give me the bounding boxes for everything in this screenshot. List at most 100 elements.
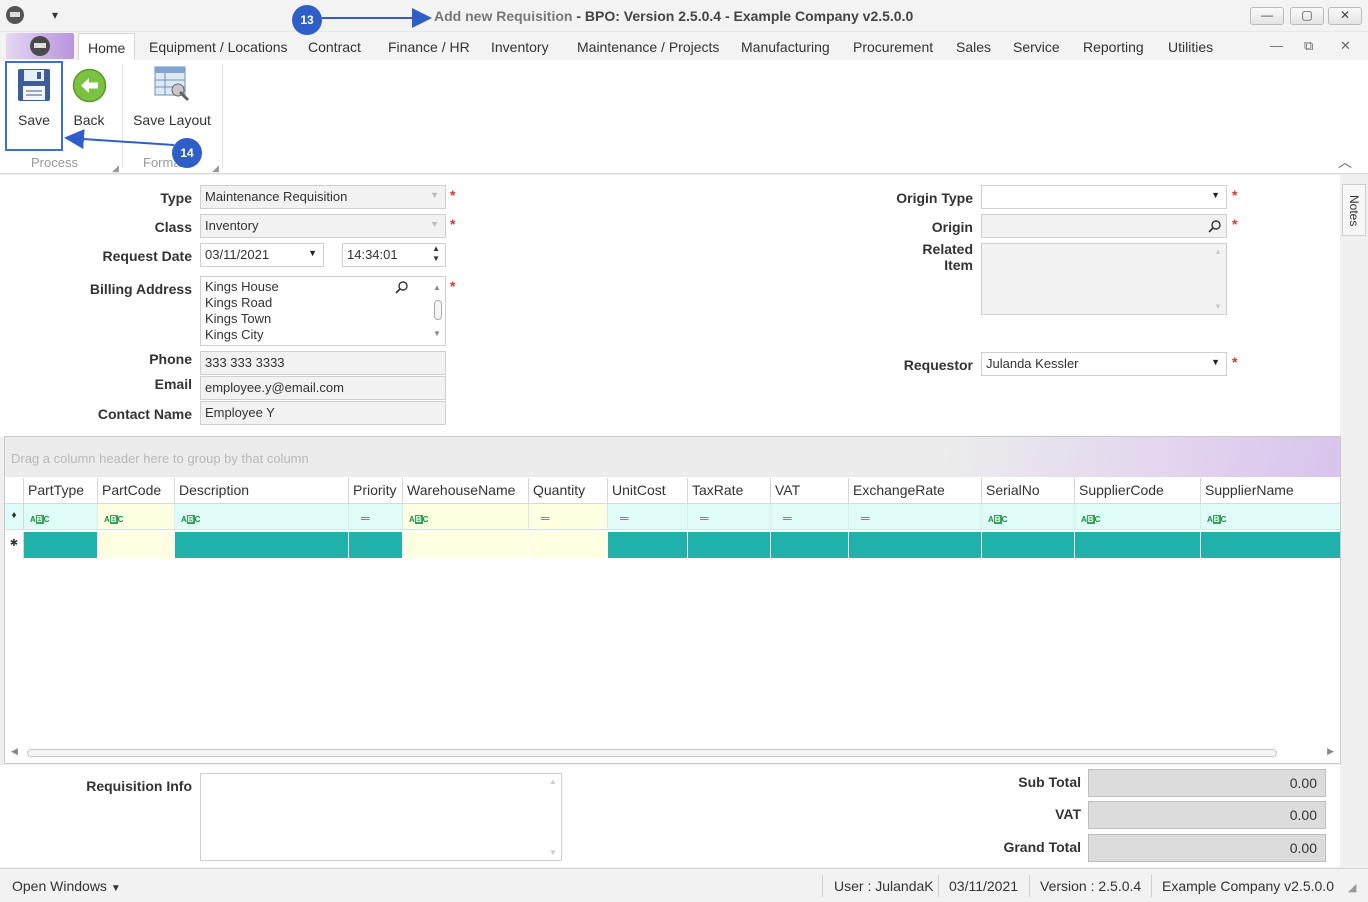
scroll-up-icon[interactable]: ▲	[433, 280, 441, 296]
tab-manufacturing[interactable]: Manufacturing	[741, 39, 830, 55]
scroll-down-icon[interactable]: ▼	[433, 326, 441, 342]
requisition-info-textarea[interactable]: ▲ ▼	[200, 773, 562, 861]
application-menu-button[interactable]	[6, 33, 74, 59]
new-row-cell[interactable]	[608, 532, 688, 558]
column-header-parttype[interactable]: PartType	[24, 478, 98, 503]
filter-parttype[interactable]: ABC	[24, 504, 98, 529]
resize-grip-icon[interactable]: ◢	[1348, 881, 1356, 894]
requestor-dropdown[interactable]: Julanda Kessler ▼	[981, 352, 1227, 376]
new-row-cell[interactable]	[403, 532, 529, 558]
filter-suppliername[interactable]: ABC	[1201, 504, 1342, 529]
group-by-panel[interactable]: Drag a column header here to group by th…	[5, 437, 1340, 477]
column-header-exchangerate[interactable]: ExchangeRate	[849, 478, 982, 503]
filter-unitcost[interactable]: ═	[608, 504, 688, 529]
tab-inventory[interactable]: Inventory	[491, 39, 549, 55]
related-item-field[interactable]: ▲ ▼	[981, 243, 1227, 315]
filter-suppliercode[interactable]: ABC	[1075, 504, 1201, 529]
grid-horizontal-scrollbar[interactable]: ◀ ▶	[5, 743, 1340, 763]
scroll-left-icon[interactable]: ◀	[11, 746, 18, 757]
new-row-cell[interactable]	[529, 532, 608, 558]
group-dialog-launcher-icon[interactable]: ◢	[112, 163, 119, 174]
contact-name-field[interactable]: Employee Y	[200, 401, 446, 425]
column-header-suppliername[interactable]: SupplierName	[1201, 478, 1342, 503]
billing-address-scrollbar[interactable]: ▲ ▼	[433, 280, 443, 342]
minimize-button[interactable]: —	[1250, 7, 1284, 25]
column-header-serialno[interactable]: SerialNo	[982, 478, 1075, 503]
new-row-cell[interactable]	[688, 532, 771, 558]
requisition-info-scrollbar[interactable]: ▲ ▼	[549, 777, 559, 857]
quick-access-dropdown-icon[interactable]: ▾	[52, 8, 58, 22]
back-button[interactable]: Back	[64, 60, 114, 150]
save-layout-button[interactable]: Save Layout	[128, 60, 216, 150]
filter-vat[interactable]: ═	[771, 504, 849, 529]
filter-partcode[interactable]: ABC	[98, 504, 175, 529]
new-row-cell[interactable]	[349, 532, 403, 558]
scroll-right-icon[interactable]: ▶	[1327, 746, 1334, 757]
new-row-cell[interactable]	[1201, 532, 1342, 558]
column-header-description[interactable]: Description	[175, 478, 349, 503]
column-header-suppliercode[interactable]: SupplierCode	[1075, 478, 1201, 503]
new-row-cell[interactable]	[1075, 532, 1201, 558]
new-row-cell[interactable]	[24, 532, 98, 558]
column-header-unitcost[interactable]: UnitCost	[608, 478, 688, 503]
time-spinner-icon[interactable]: ▲ ▼	[432, 244, 440, 264]
open-windows-menu[interactable]: Open Windows ▼	[12, 878, 121, 894]
filter-exchangerate[interactable]: ═	[849, 504, 982, 529]
app-icon[interactable]	[6, 6, 24, 24]
new-row-cell[interactable]	[771, 532, 849, 558]
mdi-restore-button[interactable]: ⧉	[1304, 38, 1313, 54]
tab-sales[interactable]: Sales	[956, 39, 991, 55]
origin-type-dropdown[interactable]: ▼	[981, 185, 1227, 209]
tab-equipment-locations[interactable]: Equipment / Locations	[149, 39, 288, 55]
filter-warehousename[interactable]: ABC	[403, 504, 529, 529]
search-icon[interactable]	[1208, 219, 1222, 233]
search-icon[interactable]	[395, 280, 409, 294]
mdi-minimize-button[interactable]: —	[1270, 38, 1283, 53]
column-header-warehousename[interactable]: WarehouseName	[403, 478, 529, 503]
request-time-field[interactable]: 14:34:01 ▲ ▼	[342, 243, 446, 267]
tab-utilities[interactable]: Utilities	[1168, 39, 1213, 55]
tab-contract[interactable]: Contract	[308, 39, 361, 55]
tab-service[interactable]: Service	[1013, 39, 1060, 55]
filter-serialno[interactable]: ABC	[982, 504, 1075, 529]
column-header-quantity[interactable]: Quantity	[529, 478, 608, 503]
column-header-taxrate[interactable]: TaxRate	[688, 478, 771, 503]
column-header-vat[interactable]: VAT	[771, 478, 849, 503]
scroll-up-icon[interactable]: ▲	[549, 777, 557, 786]
new-row-cell[interactable]	[849, 532, 982, 558]
type-dropdown[interactable]: Maintenance Requisition ▼	[200, 185, 446, 209]
filter-taxrate[interactable]: ═	[688, 504, 771, 529]
filter-description[interactable]: ABC	[175, 504, 349, 529]
scroll-down-icon[interactable]: ▼	[549, 848, 557, 857]
scroll-thumb[interactable]	[434, 300, 442, 320]
tab-finance-hr[interactable]: Finance / HR	[388, 39, 470, 55]
group-dialog-launcher-icon[interactable]: ◢	[212, 163, 219, 174]
collapse-ribbon-icon[interactable]: ︿	[1338, 152, 1352, 172]
scroll-down-icon[interactable]: ▼	[1214, 302, 1222, 311]
class-dropdown[interactable]: Inventory ▼	[200, 214, 446, 238]
column-header-priority[interactable]: Priority	[349, 478, 403, 503]
grid-new-item-row[interactable]: ✱	[5, 532, 1340, 558]
new-row-cell[interactable]	[175, 532, 349, 558]
scroll-up-icon[interactable]: ▲	[1214, 247, 1222, 256]
close-button[interactable]: ✕	[1328, 7, 1362, 25]
maximize-button[interactable]: ▢	[1290, 7, 1324, 25]
filter-quantity[interactable]: ═	[529, 504, 608, 529]
filter-priority[interactable]: ═	[349, 504, 403, 529]
origin-lookup-field[interactable]	[981, 214, 1227, 238]
scroll-thumb[interactable]	[27, 749, 1277, 757]
column-header-partcode[interactable]: PartCode	[98, 478, 175, 503]
tab-home[interactable]: Home	[78, 33, 136, 61]
request-date-picker[interactable]: 03/11/2021 ▼	[200, 243, 324, 267]
tab-reporting[interactable]: Reporting	[1083, 39, 1144, 55]
mdi-close-button[interactable]: ✕	[1340, 38, 1351, 54]
related-item-scrollbar[interactable]: ▲ ▼	[1214, 247, 1224, 311]
notes-side-tab[interactable]: Notes	[1342, 184, 1366, 236]
tab-maintenance-projects[interactable]: Maintenance / Projects	[577, 39, 719, 55]
email-field[interactable]: employee.y@email.com	[200, 376, 446, 400]
new-row-cell[interactable]	[982, 532, 1075, 558]
billing-address-field[interactable]: Kings House Kings Road Kings Town Kings …	[200, 276, 446, 346]
new-row-cell[interactable]	[98, 532, 175, 558]
tab-procurement[interactable]: Procurement	[853, 39, 933, 55]
phone-field[interactable]: 333 333 3333	[200, 351, 446, 375]
